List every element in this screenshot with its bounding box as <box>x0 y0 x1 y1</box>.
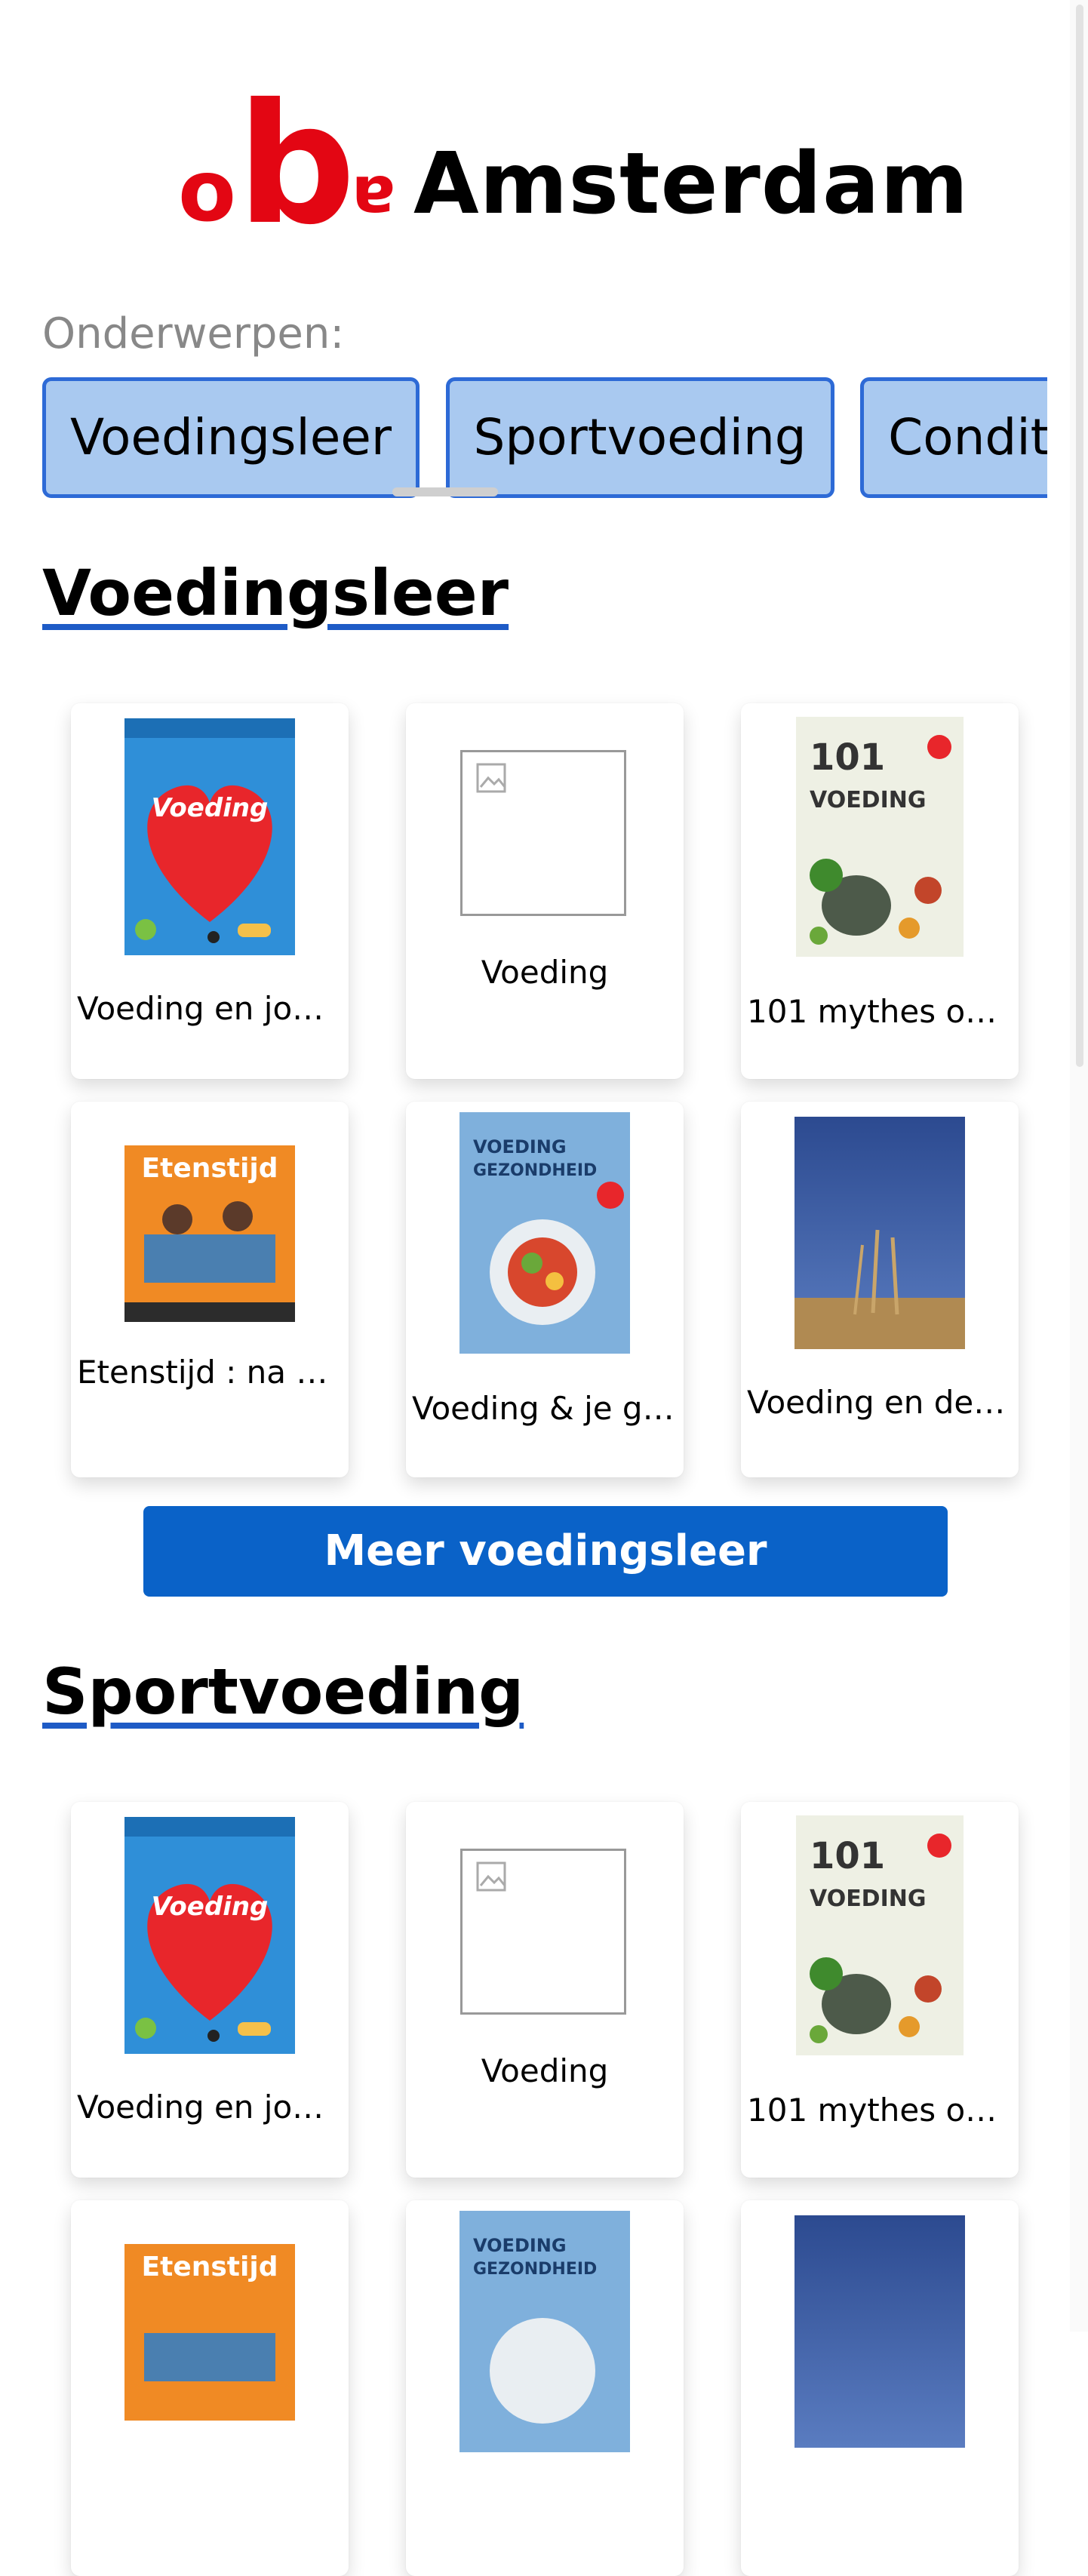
cover-text: Etenstijd <box>142 2252 278 2282</box>
broken-image-icon <box>460 750 626 916</box>
book-card[interactable]: Voeding en de natuur <box>741 1102 1019 1477</box>
book-cover-image <box>794 1117 965 1349</box>
logo-letter-b: b <box>237 68 356 261</box>
topics-label: Onderwerpen: <box>42 309 345 358</box>
cover-text: 101 <box>810 736 885 779</box>
book-title: Voeding <box>481 954 609 991</box>
book-card[interactable]: Etenstijd <box>71 2200 349 2576</box>
book-card[interactable]: Voeding Voeding en jouw lichaam <box>71 703 349 1079</box>
oba-amsterdam-logo[interactable]: o b a Amsterdam <box>0 81 1088 247</box>
cover-text: Voeding <box>152 1892 269 1922</box>
book-card[interactable] <box>741 2200 1019 2576</box>
book-cover-image: VOEDING GEZONDHEID <box>459 2211 630 2452</box>
book-cover-image <box>794 2215 965 2448</box>
book-cover-image: 101 VOEDING <box>796 717 964 957</box>
book-title: Etenstijd : na het werk <box>77 1354 343 1391</box>
page-scrollbar[interactable] <box>1070 0 1088 2332</box>
cover-text: GEZONDHEID <box>473 2260 597 2279</box>
logo-letter-a: a <box>352 161 396 236</box>
book-title: Voeding & je gezondheid <box>412 1390 678 1427</box>
cover-text: VOEDING <box>810 1886 926 1912</box>
book-title: Voeding en de natuur <box>747 1384 1013 1421</box>
topics-scroll-indicator[interactable] <box>392 487 498 496</box>
logo-city-name: Amsterdam <box>413 135 970 233</box>
book-title: Voeding en jouw lichaam <box>77 2089 343 2126</box>
book-title: Voeding en jouw lichaam <box>77 990 343 1027</box>
topics-carousel[interactable]: Voedingsleer Sportvoeding Conditie <box>42 377 1047 504</box>
book-card[interactable]: VOEDING GEZONDHEID Voeding & je gezondhe… <box>406 1102 684 1477</box>
book-cover-image: VOEDING GEZONDHEID <box>459 1112 630 1354</box>
broken-image-icon <box>460 1849 626 2015</box>
book-title: Voeding <box>481 2052 609 2089</box>
cover-text: VOEDING <box>473 2235 567 2256</box>
logo-letter-o: o <box>178 143 236 241</box>
book-card[interactable]: Etenstijd Etenstijd : na het werk <box>71 1102 349 1477</box>
cover-text: VOEDING <box>810 787 926 813</box>
section-title-voedingsleer[interactable]: Voedingsleer <box>42 558 509 629</box>
topic-chip-voedingsleer[interactable]: Voedingsleer <box>42 377 420 498</box>
section-title-sportvoeding[interactable]: Sportvoeding <box>42 1657 524 1727</box>
more-voedingsleer-button[interactable]: Meer voedingsleer <box>143 1506 948 1597</box>
book-cover-image: Etenstijd <box>124 1145 295 1322</box>
book-card[interactable]: 101 VOEDING 101 mythes over voeding <box>741 703 1019 1079</box>
book-card[interactable]: Voeding <box>406 703 684 1079</box>
book-card[interactable]: VOEDING GEZONDHEID <box>406 2200 684 2576</box>
book-title: 101 mythes over voeding <box>747 2092 1013 2129</box>
book-cover-image: Etenstijd <box>124 2244 295 2421</box>
cover-text: Voeding <box>152 793 269 823</box>
book-cover-image: Voeding <box>124 1817 295 2054</box>
cover-text: VOEDING <box>473 1136 567 1157</box>
cover-text: 101 <box>810 1835 885 1877</box>
topic-chip-conditie[interactable]: Conditie <box>860 377 1047 498</box>
book-card[interactable]: Voeding <box>406 1802 684 2178</box>
book-card[interactable]: Voeding Voeding en jouw lichaam <box>71 1802 349 2178</box>
book-card[interactable]: 101 VOEDING 101 mythes over voeding <box>741 1802 1019 2178</box>
cover-text: Etenstijd <box>142 1153 278 1184</box>
book-cover-image: Voeding <box>124 718 295 955</box>
book-cover-image: 101 VOEDING <box>796 1815 964 2055</box>
book-title: 101 mythes over voeding <box>747 993 1013 1030</box>
topic-chip-sportvoeding[interactable]: Sportvoeding <box>445 377 834 498</box>
cover-text: GEZONDHEID <box>473 1161 597 1180</box>
